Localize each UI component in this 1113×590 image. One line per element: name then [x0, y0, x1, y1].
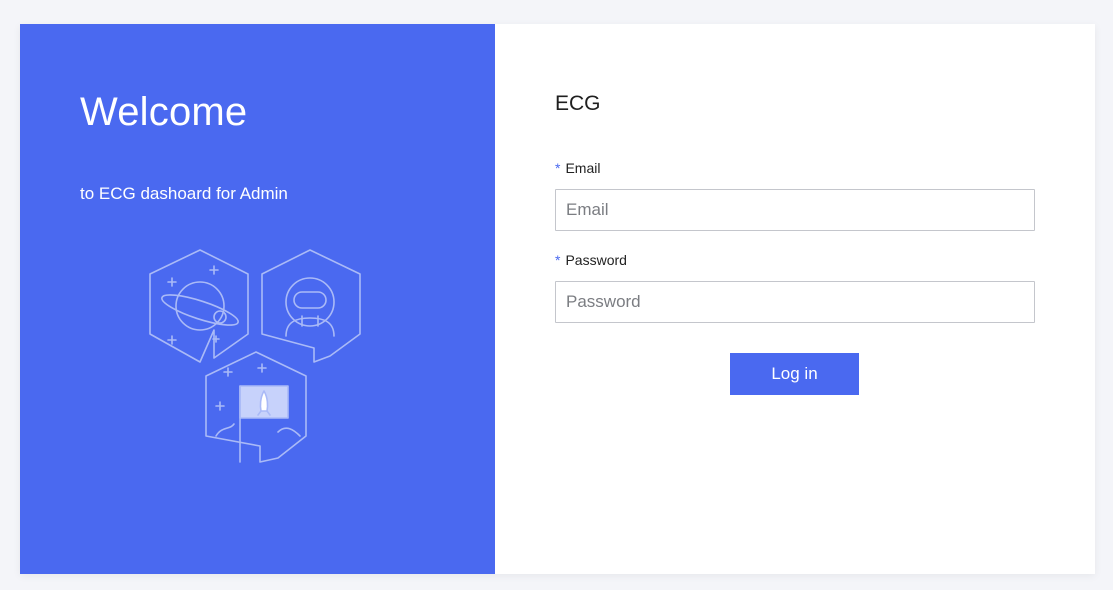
- email-label: * Email: [555, 160, 600, 176]
- welcome-heading: Welcome: [80, 90, 248, 134]
- brand-title: ECG: [555, 92, 601, 115]
- required-mark: *: [555, 160, 561, 176]
- planet-icon: [149, 249, 249, 363]
- email-label-text: Email: [565, 160, 601, 176]
- welcome-panel: Welcome to ECG dashoard for Admin: [20, 24, 495, 574]
- astronaut-icon: [261, 249, 361, 363]
- rocket-flag-icon: [205, 351, 307, 463]
- email-input[interactable]: [555, 189, 1035, 231]
- password-label-text: Password: [565, 252, 627, 268]
- space-illustration: [149, 249, 361, 463]
- required-mark: *: [555, 252, 561, 268]
- login-card: Welcome to ECG dashoard for Admin ECG * …: [20, 24, 1095, 574]
- welcome-subtitle: to ECG dashoard for Admin: [80, 184, 288, 203]
- login-form-panel: ECG *Email *Password Log in: [495, 24, 1095, 574]
- login-button[interactable]: Log in: [730, 353, 859, 395]
- password-label: * Password: [555, 252, 627, 268]
- password-input[interactable]: [555, 281, 1035, 323]
